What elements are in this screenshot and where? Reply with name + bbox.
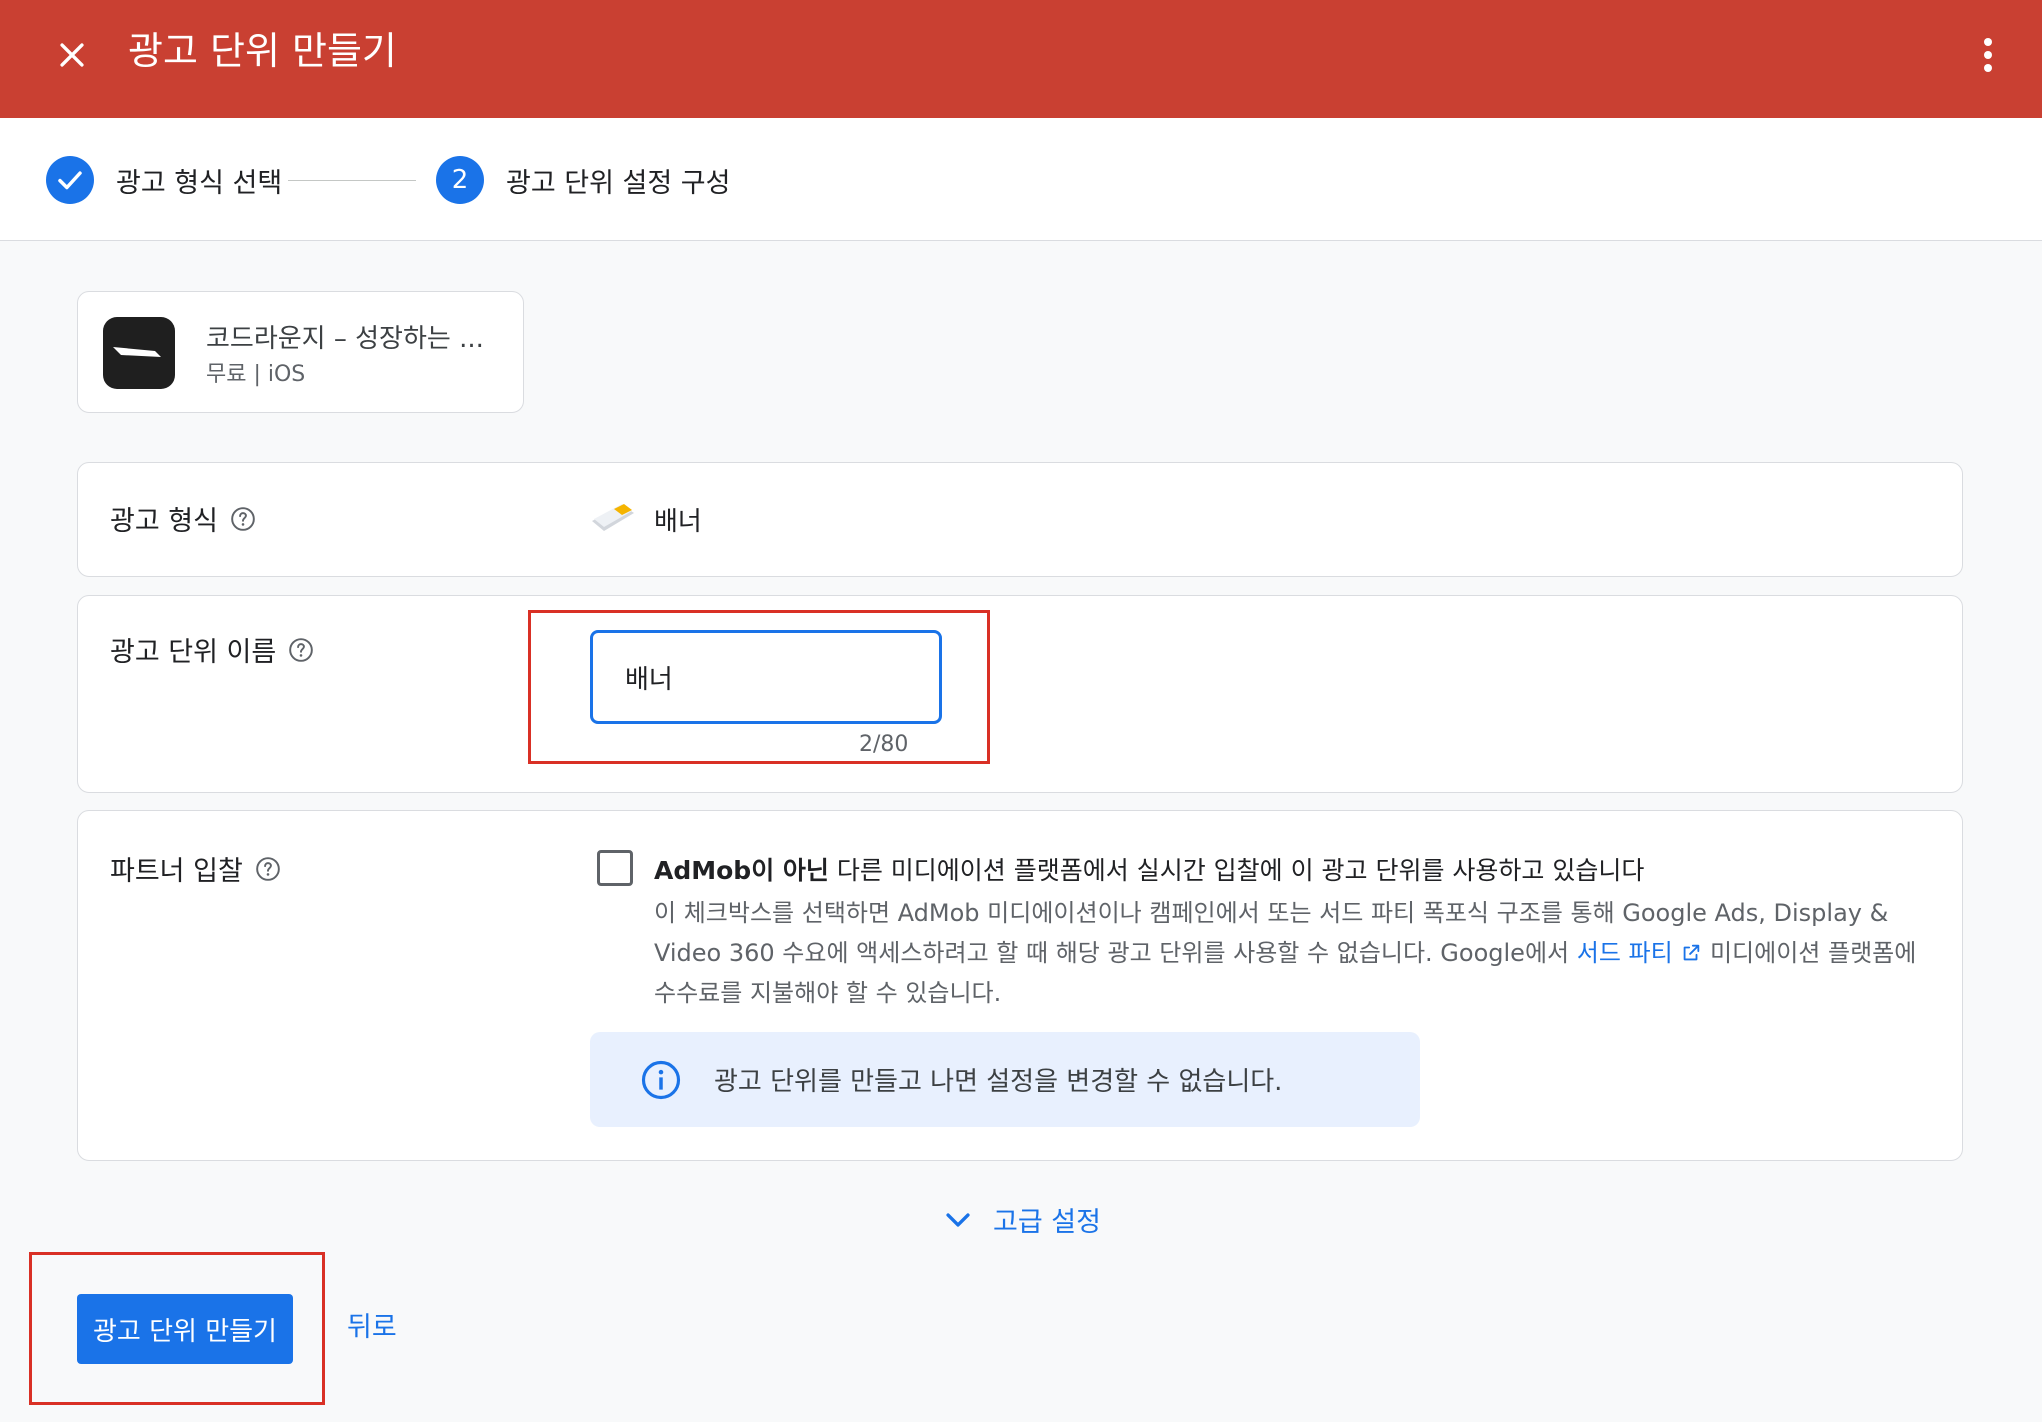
step-connector — [288, 180, 416, 181]
name-label: 광고 단위 이름 — [110, 637, 277, 668]
step-label: 광고 단위 설정 구성 — [506, 167, 731, 199]
info-text: 광고 단위를 만들고 나면 설정을 변경할 수 없습니다. — [714, 1067, 1283, 1097]
third-party-link-text: 서드 파티 — [1576, 939, 1673, 967]
info-icon — [641, 1060, 681, 1099]
format-label-row: 광고 형식 — [110, 499, 256, 538]
info-banner: 광고 단위를 만들고 나면 설정을 변경할 수 없습니다. — [590, 1032, 1420, 1127]
help-icon[interactable] — [255, 856, 281, 882]
partner-label: 파트너 입찰 — [110, 856, 243, 887]
partner-bidding-checkbox[interactable] — [597, 850, 633, 886]
step-select-format[interactable]: 광고 형식 선택 — [46, 156, 282, 204]
check-icon — [46, 156, 94, 204]
step-label: 광고 형식 선택 — [116, 167, 283, 199]
partner-title-bold: AdMob이 아닌 — [654, 856, 829, 885]
format-panel: 광고 형식 배너 — [77, 462, 1963, 577]
banner-icon — [592, 504, 634, 531]
third-party-link[interactable]: 서드 파티 — [1577, 939, 1703, 967]
help-icon[interactable] — [230, 506, 256, 532]
partner-bidding-description: 이 체크박스를 선택하면 AdMob 미디에이션이나 캠페인에서 또는 서드 파… — [654, 893, 1944, 1013]
partner-title-rest: 다른 미디에이션 플랫폼에서 실시간 입찰에 이 광고 단위를 사용하고 있습니… — [828, 856, 1645, 885]
advanced-settings-label: 고급 설정 — [993, 1207, 1101, 1238]
highlight-create-button — [29, 1252, 325, 1405]
name-label-row: 광고 단위 이름 — [110, 630, 314, 669]
partner-label-row: 파트너 입찰 — [110, 849, 281, 888]
format-value: 배너 — [588, 499, 702, 539]
step-number: 2 — [436, 156, 484, 204]
help-icon[interactable] — [288, 637, 314, 663]
close-icon[interactable] — [50, 33, 94, 77]
page-title: 광고 단위 만들기 — [128, 29, 397, 73]
back-button[interactable]: 뒤로 — [347, 1305, 397, 1344]
name-panel: 광고 단위 이름 2/80 — [77, 595, 1963, 793]
highlight-name-input — [528, 610, 990, 764]
open-in-new-icon — [1683, 944, 1700, 961]
format-label: 광고 형식 — [110, 506, 218, 537]
step-configure-settings[interactable]: 2 광고 단위 설정 구성 — [436, 156, 730, 204]
chevron-down-icon — [946, 1212, 970, 1227]
advanced-settings-toggle[interactable]: 고급 설정 — [941, 1200, 1101, 1239]
partner-bidding-title: AdMob이 아닌 다른 미디에이션 플랫폼에서 실시간 입찰에 이 광고 단위… — [654, 851, 1644, 887]
app-card: 코드라운지 – 성장하는 ... 무료 | iOS — [77, 291, 524, 413]
format-value-text: 배너 — [654, 506, 702, 537]
app-meta: 무료 | iOS — [206, 362, 306, 387]
partner-bidding-panel: 파트너 입찰 AdMob이 아닌 다른 미디에이션 플랫폼에서 실시간 입찰에 … — [77, 810, 1963, 1161]
app-name: 코드라운지 – 성장하는 ... — [206, 324, 484, 354]
top-app-bar: 광고 단위 만들기 — [0, 0, 2042, 118]
app-icon — [103, 317, 175, 389]
more-vert-icon[interactable] — [1968, 30, 2008, 80]
stepper: 광고 형식 선택 2 광고 단위 설정 구성 — [0, 118, 2042, 241]
